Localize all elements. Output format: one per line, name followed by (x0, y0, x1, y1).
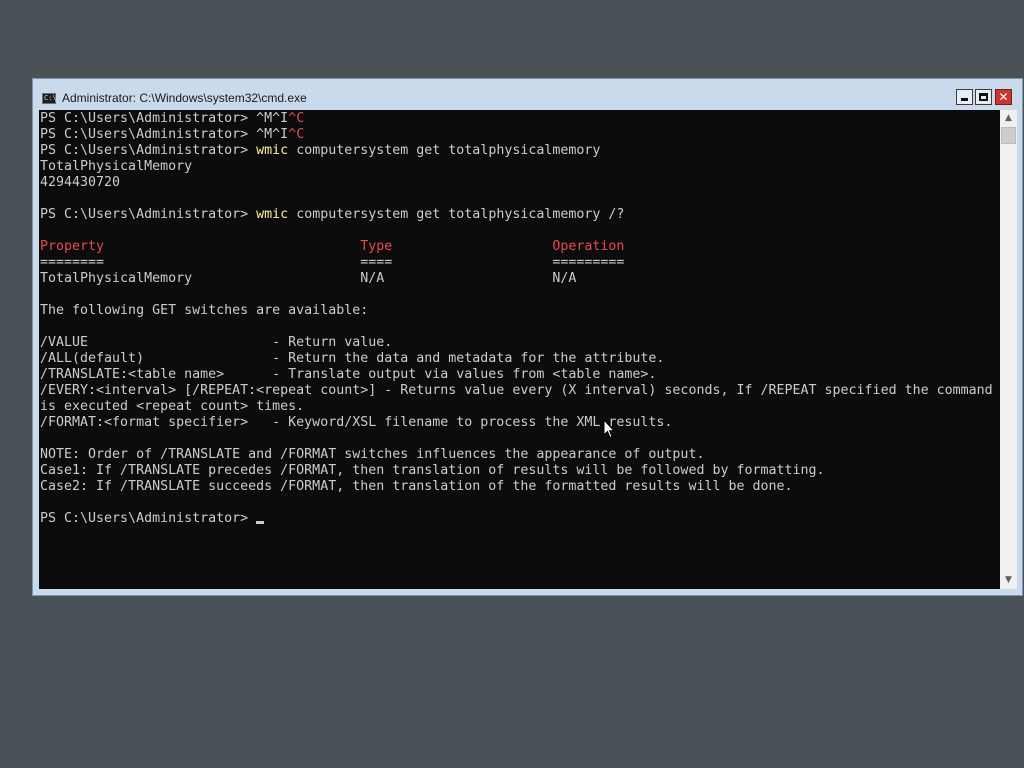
console-icon-label: C:\ (44, 94, 57, 102)
header-property: Property (40, 239, 105, 254)
header-operation: Operation (552, 239, 625, 254)
minimize-icon (961, 98, 968, 101)
command-args: computersystem get totalphysicalmemory (288, 143, 601, 158)
maximize-button[interactable] (975, 89, 992, 105)
cmd-console-icon[interactable]: C:\ (42, 93, 57, 104)
table-header: Property Type Operation (40, 239, 993, 255)
prompt: PS C:\Users\Administrator> (40, 511, 257, 526)
switch-all: /ALL(default) - Return the data and meta… (40, 351, 665, 366)
console-line: The following GET switches are available… (40, 303, 369, 318)
prompt: PS C:\Users\Administrator> (40, 143, 257, 158)
note-line: NOTE: Order of /TRANSLATE and /FORMAT sw… (40, 447, 705, 462)
control-c: ^C (288, 127, 305, 142)
close-icon: ✕ (998, 90, 1009, 104)
prompt: PS C:\Users\Administrator> (40, 111, 257, 126)
header-type: Type (360, 239, 393, 254)
switch-format: /FORMAT:<format specifier> - Keyword/XSL… (40, 415, 673, 430)
maximize-icon (979, 93, 988, 101)
switch-every-continued: is executed <repeat count> times. (40, 399, 305, 414)
console-line: PS C:\Users\Administrator> wmic computer… (40, 143, 993, 159)
prompt: PS C:\Users\Administrator> (40, 207, 257, 222)
header-gap (392, 239, 552, 254)
title-bar[interactable]: C:\ Administrator: C:\Windows\system32\c… (33, 79, 1022, 110)
control-chars: ^M^I (256, 111, 289, 126)
window-title: Administrator: C:\Windows\system32\cmd.e… (62, 91, 307, 105)
control-c: ^C (288, 111, 305, 126)
case1-line: Case1: If /TRANSLATE precedes /FORMAT, t… (40, 463, 825, 478)
switch-translate: /TRANSLATE:<table name> - Translate outp… (40, 367, 657, 382)
scroll-up-arrow-icon[interactable]: ▲ (1000, 110, 1017, 127)
text-cursor (256, 521, 265, 524)
control-chars: ^M^I (256, 127, 289, 142)
switch-value: /VALUE - Return value. (40, 335, 393, 350)
vertical-scrollbar[interactable]: ▲ ▼ (1000, 110, 1017, 589)
console-line: PS C:\Users\Administrator> (40, 511, 993, 527)
header-gap (104, 239, 360, 254)
table-row: TotalPhysicalMemory N/A N/A (40, 271, 577, 286)
console-text: PS C:\Users\Administrator> ^M^I^C PS C:\U… (40, 111, 993, 527)
console-line: PS C:\Users\Administrator> ^M^I^C (40, 127, 993, 143)
scroll-down-arrow-icon[interactable]: ▼ (1000, 572, 1017, 589)
console-line: PS C:\Users\Administrator> ^M^I^C (40, 111, 993, 127)
table-separator: ======== ==== ========= (40, 255, 625, 270)
console-line: 4294430720 (40, 175, 121, 190)
prompt: PS C:\Users\Administrator> (40, 127, 257, 142)
command-args: computersystem get totalphysicalmemory /… (288, 207, 625, 222)
console-line: PS C:\Users\Administrator> wmic computer… (40, 207, 993, 223)
minimize-button[interactable] (956, 89, 973, 105)
scrollbar-thumb[interactable] (1001, 127, 1016, 144)
console-line: TotalPhysicalMemory (40, 159, 193, 174)
switch-every: /EVERY:<interval> [/REPEAT:<repeat count… (40, 383, 993, 398)
console-output[interactable]: PS C:\Users\Administrator> ^M^I^C PS C:\U… (39, 110, 1000, 589)
mouse-pointer-icon (603, 419, 615, 439)
case2-line: Case2: If /TRANSLATE succeeds /FORMAT, t… (40, 479, 793, 494)
close-button[interactable]: ✕ (995, 89, 1012, 105)
command-name: wmic (256, 207, 289, 222)
command-name: wmic (256, 143, 289, 158)
cmd-window[interactable]: C:\ Administrator: C:\Windows\system32\c… (32, 78, 1023, 596)
